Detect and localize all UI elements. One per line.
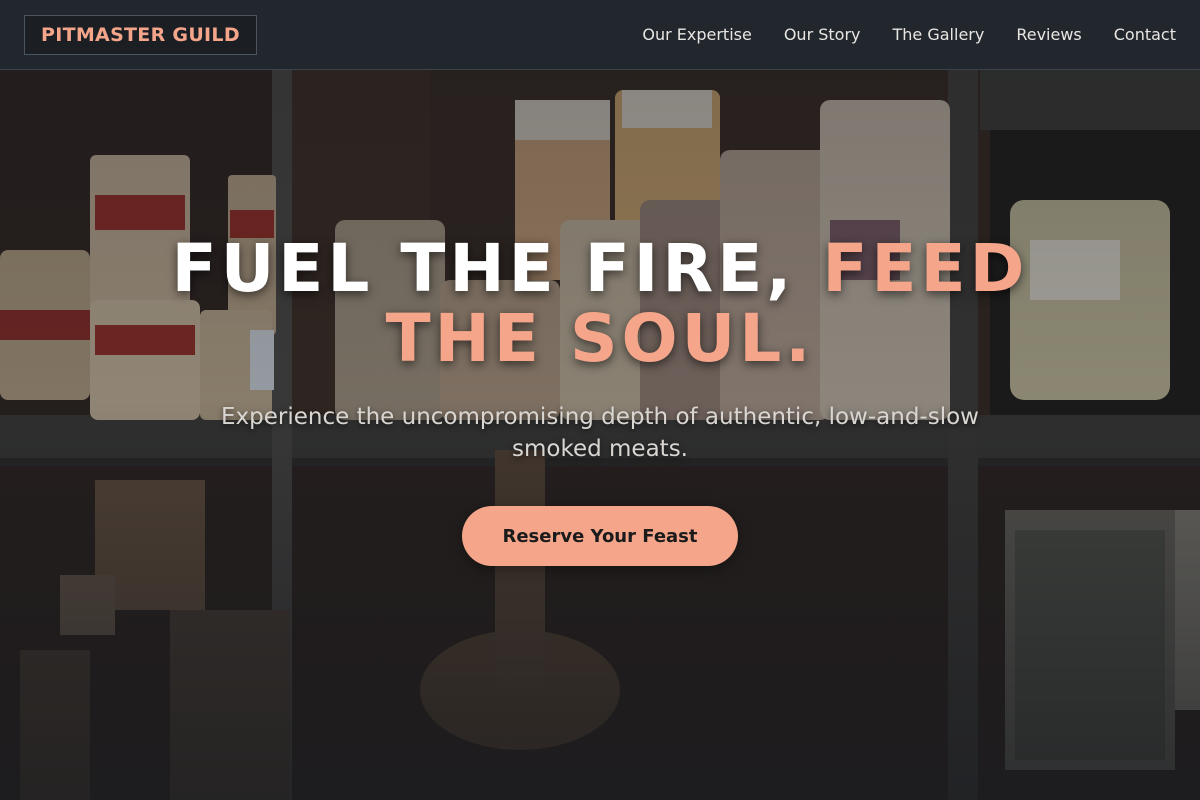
hero-subtitle: Experience the uncompromising depth of a… <box>221 404 979 462</box>
nav-link-our-expertise[interactable]: Our Expertise <box>642 25 751 44</box>
reserve-feast-button[interactable]: Reserve Your Feast <box>462 506 738 566</box>
brand-logo[interactable]: PITMASTER GUILD <box>24 14 257 55</box>
hero-section: FUEL THE FIRE, FEED THE SOUL. Experience… <box>0 70 1200 800</box>
headline-white-part: FUEL THE FIRE, <box>171 230 823 307</box>
nav-link-the-gallery[interactable]: The Gallery <box>893 25 985 44</box>
hero-headline: FUEL THE FIRE, FEED THE SOUL. <box>100 234 1100 374</box>
nav-link-reviews[interactable]: Reviews <box>1016 25 1081 44</box>
nav-link-our-story[interactable]: Our Story <box>784 25 861 44</box>
top-navbar: PITMASTER GUILD Our Expertise Our Story … <box>0 0 1200 70</box>
nav-link-contact[interactable]: Contact <box>1114 25 1176 44</box>
main-nav: Our Expertise Our Story The Gallery Revi… <box>642 25 1176 44</box>
